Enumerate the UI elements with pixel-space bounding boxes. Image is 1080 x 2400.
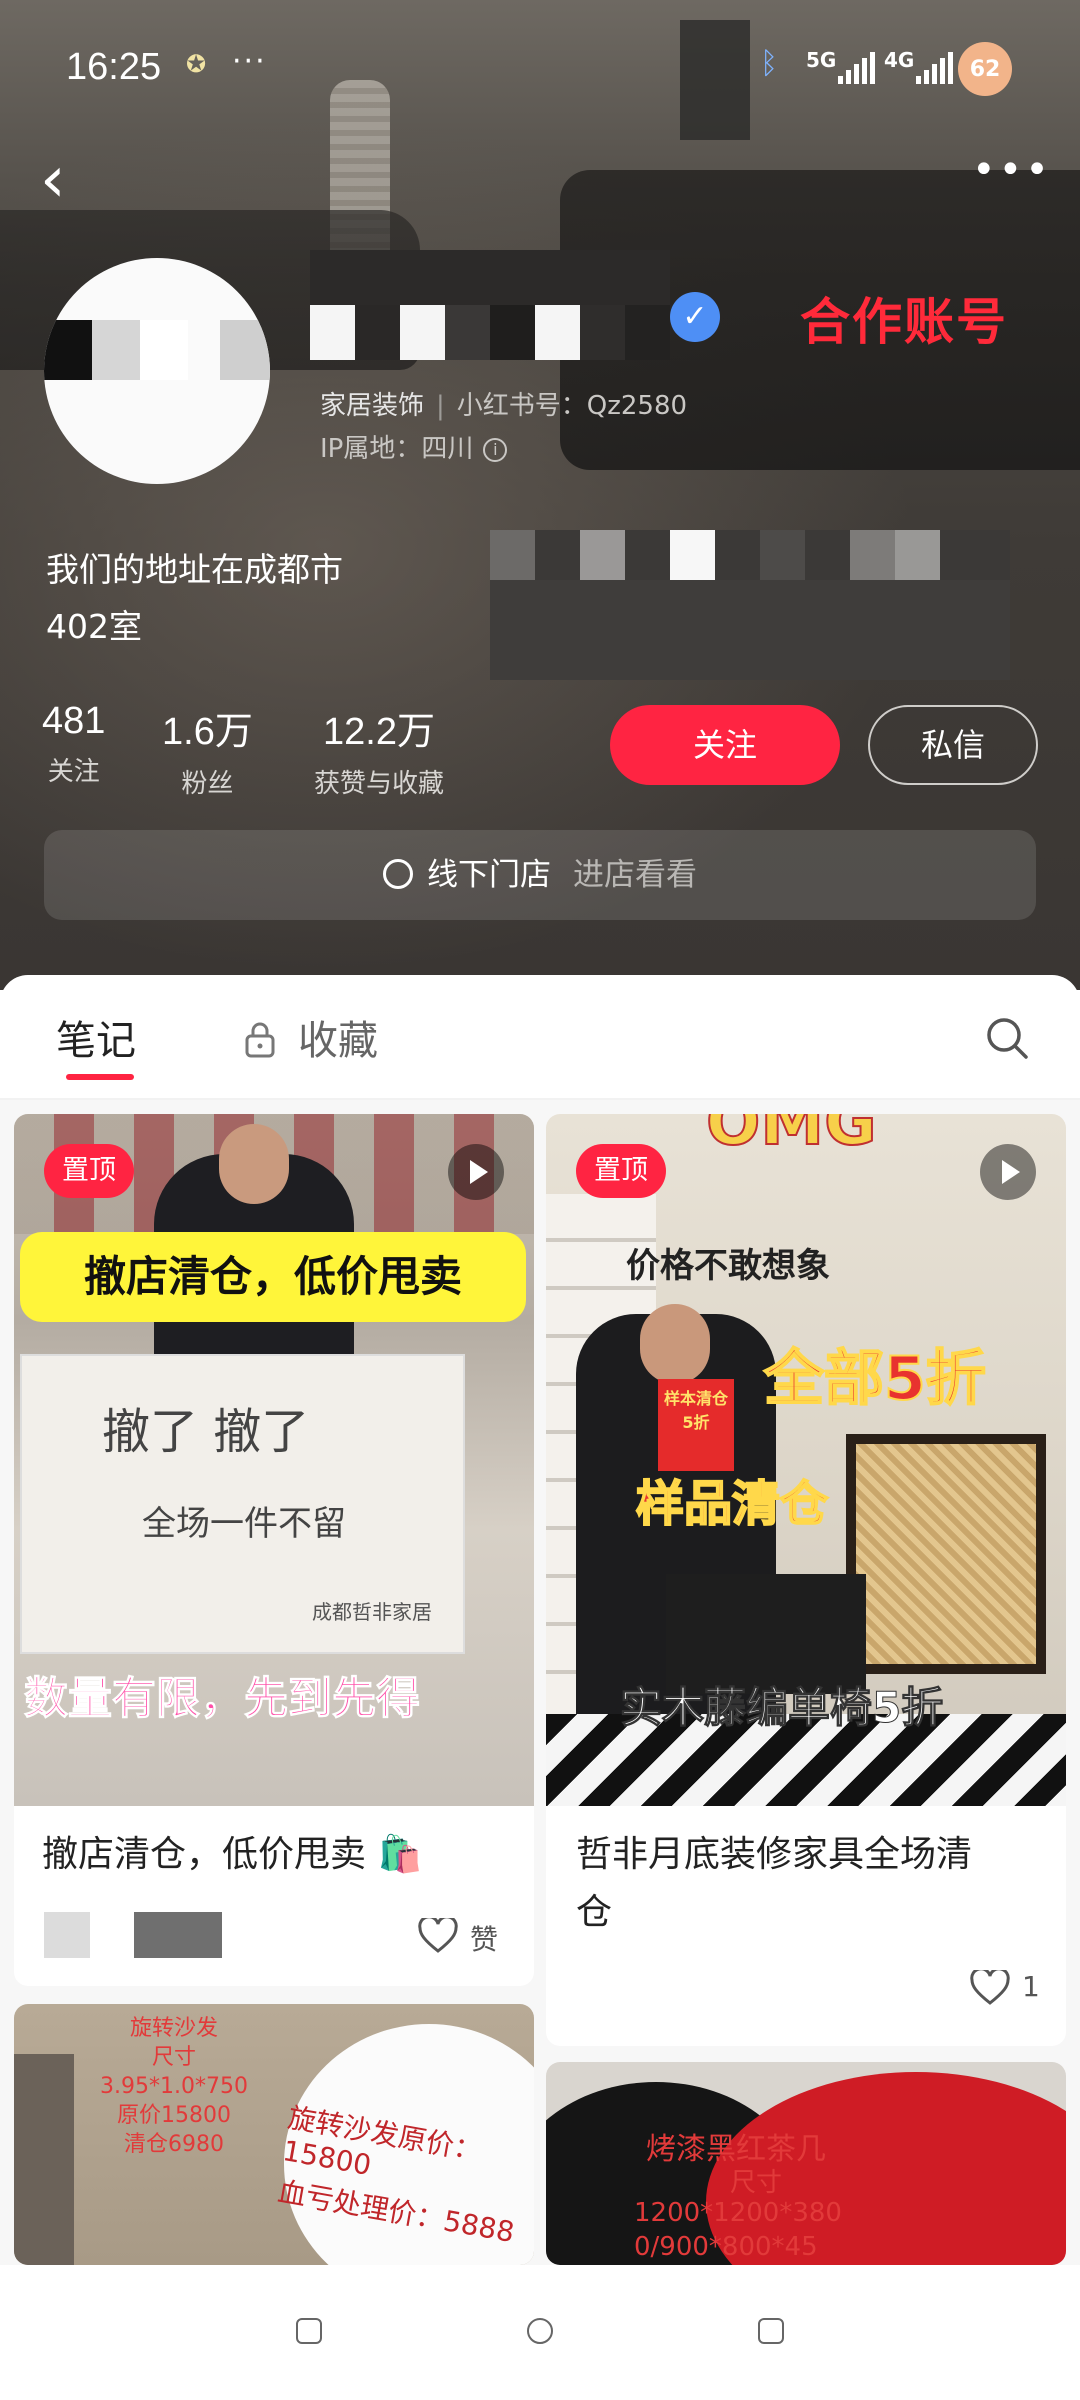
cover-text-overlay: 撤店清仓，低价甩卖 bbox=[20, 1232, 526, 1322]
sign-text: 样本清仓5折 bbox=[663, 1389, 728, 1432]
stat-number: 481 bbox=[42, 700, 106, 742]
stat-label: 关注 bbox=[47, 757, 100, 787]
signal-bars-icon bbox=[838, 50, 875, 84]
note-cover-image: 旋转沙发 尺寸 3.95*1.0*750 原价15800 清仓6980 旋转沙发… bbox=[14, 2004, 534, 2265]
play-icon bbox=[448, 1144, 504, 1200]
battery-level: 62 bbox=[969, 56, 1001, 82]
play-icon bbox=[980, 1144, 1036, 1200]
location-pin-icon bbox=[383, 858, 413, 889]
bluetooth-icon: ᛒ bbox=[760, 46, 778, 81]
author-avatar-redacted bbox=[44, 1912, 90, 1958]
note-card[interactable]: 烤漆黑红茶几 尺寸 1200*1200*380 0/900*800*45 bbox=[546, 2062, 1066, 2265]
store-sublabel: 进店看看 bbox=[573, 857, 697, 893]
like-count: 赞 bbox=[470, 1923, 499, 1956]
profile-category: 家居装饰 bbox=[320, 391, 425, 421]
cover-text-overlay: 实木藤编单椅5折 bbox=[619, 1683, 944, 1733]
note-title: 撤店清仓，低价甩卖 🛍️ bbox=[42, 1834, 423, 1875]
cover-text-overlay: 尺寸 bbox=[730, 2168, 783, 2198]
bio-line: 我们的地址在成都市 bbox=[46, 550, 343, 589]
note-cover-image: 撤店清仓，低价甩卖 撤了 撤了 全场一件不留 成都哲非家居 数量有限，先到先得 bbox=[14, 1114, 534, 1806]
stat-label: 粉丝 bbox=[181, 769, 234, 799]
heart-icon[interactable] bbox=[970, 1970, 1010, 2006]
meta-separator: | bbox=[436, 391, 445, 421]
note-card[interactable]: 旋转沙发 尺寸 3.95*1.0*750 原价15800 清仓6980 旋转沙发… bbox=[14, 2004, 534, 2265]
info-icon[interactable]: i bbox=[483, 437, 508, 462]
profile-id: 小红书号：Qz2580 bbox=[456, 391, 688, 421]
profile-ip: IP属地：四川 i bbox=[320, 428, 508, 465]
pinned-badge: 置顶 bbox=[44, 1144, 134, 1198]
cover-text-overlay: 全部5折 bbox=[763, 1343, 987, 1415]
avatar-pixel bbox=[44, 320, 92, 380]
cover-text-overlay: 0/900*800*45 bbox=[634, 2232, 818, 2262]
signal-bars-icon bbox=[916, 50, 953, 84]
avatar-pixel bbox=[220, 320, 270, 380]
heart-icon[interactable] bbox=[418, 1918, 458, 1954]
stat-number: 1.6万 bbox=[162, 711, 253, 753]
stat-number: 12.2万 bbox=[323, 711, 435, 753]
handwritten-sign: 撤了 撤了 全场一件不留 成都哲非家居 bbox=[20, 1354, 465, 1654]
note-title: 仓 bbox=[576, 1892, 613, 1933]
pinned-badge: 置顶 bbox=[576, 1144, 666, 1198]
chevron-left-icon: ‹ bbox=[40, 143, 66, 217]
more-options-button[interactable]: ••• bbox=[972, 150, 1049, 190]
cover-text-overlay: 样品清仓 bbox=[635, 1475, 829, 1533]
profile-meta: 家居装饰 | 小红书号：Qz2580 bbox=[320, 385, 687, 422]
bottom-navigation bbox=[0, 2265, 1080, 2400]
handwriting-text: 撤了 撤了 bbox=[102, 1404, 310, 1460]
person-face bbox=[640, 1304, 710, 1384]
note-card[interactable]: 撤店清仓，低价甩卖 撤了 撤了 全场一件不留 成都哲非家居 数量有限，先到先得 … bbox=[14, 1114, 534, 1986]
active-tab-indicator bbox=[66, 1074, 134, 1080]
nav-discover-icon[interactable] bbox=[527, 2318, 553, 2344]
ip-location: IP属地：四川 bbox=[320, 434, 474, 464]
avatar-pixel bbox=[140, 320, 188, 380]
bio-line: 402室 bbox=[46, 607, 142, 646]
profile-header: 16:25 ✪ ··· ᛒ 5G 4G 62 ‹ ••• ✓ 合作账号 家居装饰… bbox=[0, 0, 1080, 990]
cover-text-overlay: 1200*1200*380 bbox=[634, 2198, 842, 2228]
tab-notes[interactable]: 笔记 bbox=[56, 1008, 136, 1066]
cover-text-overlay: 旋转沙发 尺寸 3.95*1.0*750 原价15800 清仓6980 bbox=[100, 2016, 248, 2157]
red-sign: 样本清仓5折 bbox=[658, 1379, 734, 1471]
like-count: 1 bbox=[1022, 1970, 1040, 2003]
stat-followers[interactable]: 1.6万 粉丝 bbox=[162, 700, 253, 800]
more-horizontal-icon: ••• bbox=[972, 147, 1052, 193]
stat-following[interactable]: 481 关注 bbox=[42, 700, 105, 788]
offline-store-button[interactable]: 线下门店 进店看看 bbox=[44, 830, 1036, 920]
status-more-dots: ··· bbox=[232, 44, 267, 79]
cooperation-account-label: 合作账号 bbox=[800, 293, 1008, 351]
username-redacted bbox=[310, 250, 670, 360]
note-title: 哲非月底装修家具全场清 bbox=[576, 1834, 973, 1875]
battery-icon: 62 bbox=[958, 42, 1012, 96]
tab-favorites[interactable]: 收藏 bbox=[298, 1008, 378, 1066]
search-icon[interactable] bbox=[985, 1016, 1029, 1060]
stat-label: 获赞与收藏 bbox=[314, 769, 445, 799]
bio-redacted bbox=[490, 530, 1010, 680]
avatar-pixel bbox=[92, 320, 140, 380]
store-label: 线下门店 bbox=[427, 857, 551, 893]
note-card[interactable]: OMG 价格不敢想象 样本清仓5折 全部5折 样品清仓 实木藤编单椅5折 置顶 … bbox=[546, 1114, 1066, 2046]
stat-likes-collections[interactable]: 12.2万 获赞与收藏 bbox=[314, 700, 444, 800]
handwriting-text: 成都哲非家居 bbox=[312, 1600, 432, 1624]
notification-icon: ✪ bbox=[186, 50, 207, 78]
back-button[interactable]: ‹ bbox=[40, 145, 90, 215]
signal-label-1: 5G bbox=[806, 48, 837, 72]
handwriting-text: 全场一件不留 bbox=[142, 1504, 346, 1544]
follow-button[interactable]: 关注 bbox=[610, 705, 840, 785]
status-time: 16:25 bbox=[66, 46, 162, 88]
cover-text-overlay: OMG bbox=[705, 1114, 878, 1161]
cover-text-overlay: 价格不敢想象 bbox=[626, 1246, 830, 1286]
signal-label-2: 4G bbox=[884, 48, 915, 72]
author-name-redacted bbox=[134, 1912, 222, 1958]
avatar[interactable] bbox=[44, 258, 270, 484]
nav-profile-icon[interactable] bbox=[758, 2318, 784, 2344]
rattan-chair bbox=[846, 1434, 1046, 1674]
status-bar: 16:25 ✪ ··· ᛒ 5G 4G 62 bbox=[0, 0, 1080, 140]
verified-badge-icon: ✓ bbox=[670, 292, 720, 342]
message-button[interactable]: 私信 bbox=[868, 705, 1038, 785]
lock-icon bbox=[245, 1022, 275, 1058]
person-face bbox=[219, 1124, 289, 1204]
note-cover-image: 烤漆黑红茶几 尺寸 1200*1200*380 0/900*800*45 bbox=[546, 2062, 1066, 2265]
note-cover-image: OMG 价格不敢想象 样本清仓5折 全部5折 样品清仓 实木藤编单椅5折 bbox=[546, 1114, 1066, 1806]
cover-text-overlay: 数量有限，先到先得 bbox=[24, 1673, 421, 1725]
nav-home-icon[interactable] bbox=[296, 2318, 322, 2344]
